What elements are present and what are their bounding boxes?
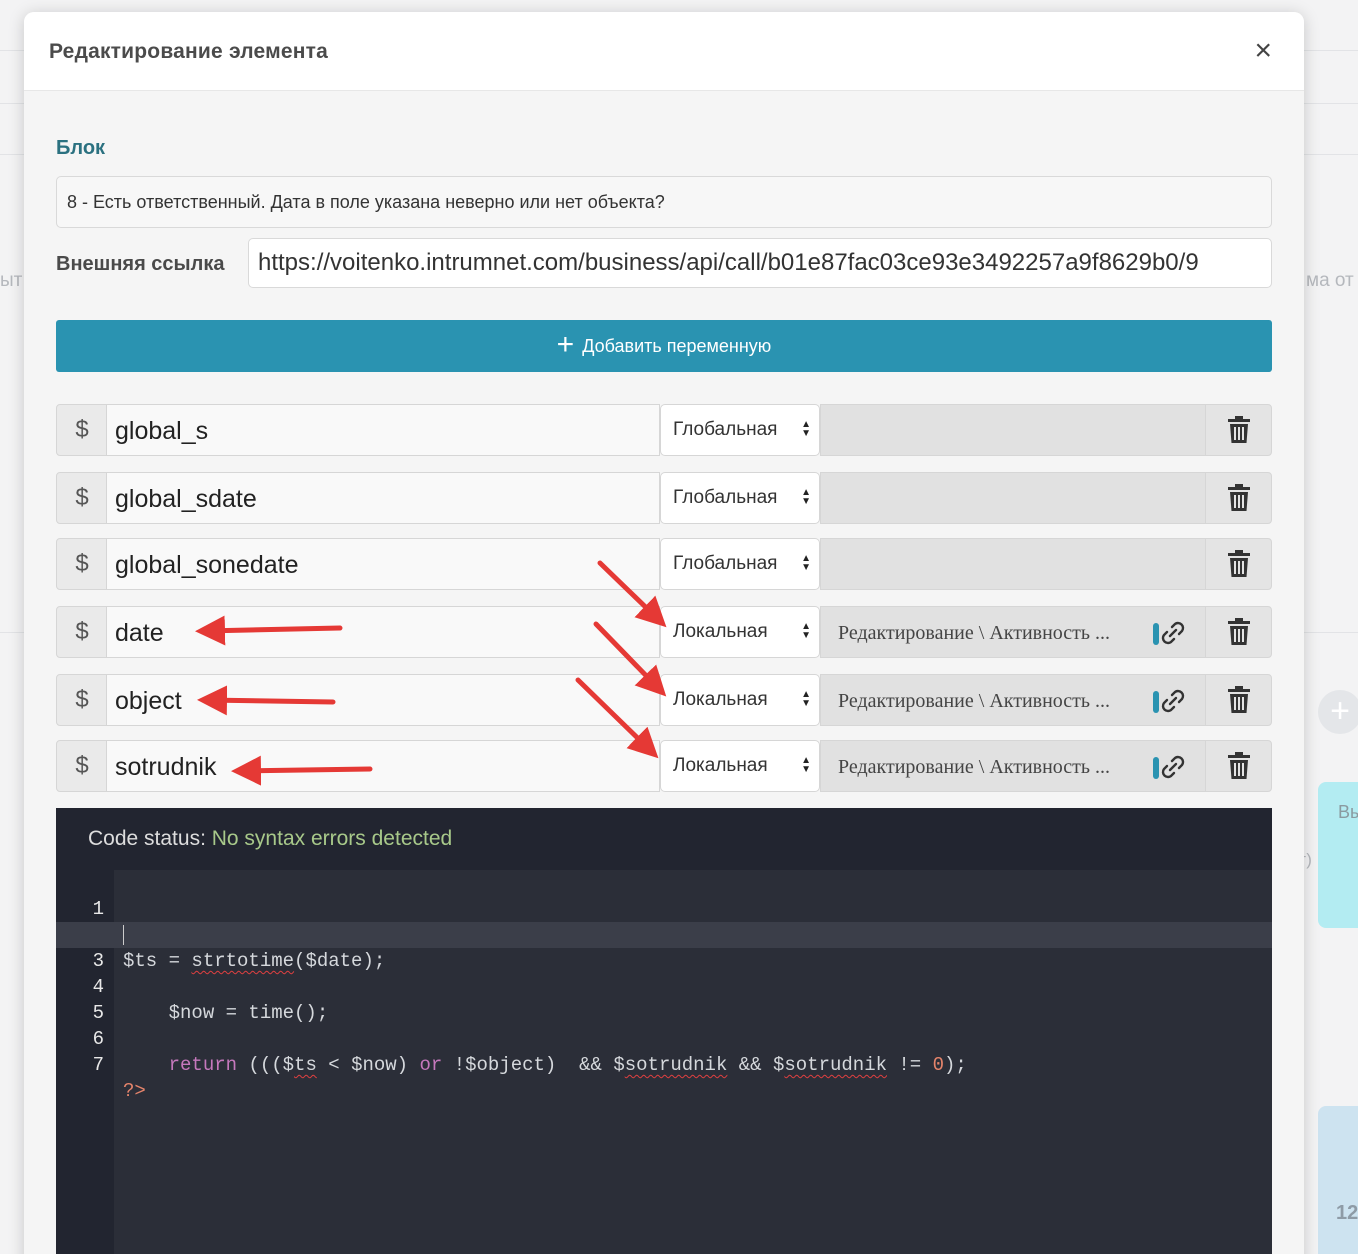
background-text-left: ыт [0, 270, 23, 291]
code-text: ?> [123, 1080, 146, 1102]
trash-icon [1227, 618, 1250, 645]
scope-select-value: Глобальная [673, 487, 778, 508]
variable-row: $ object Локальная ▲ ▼ Редактирование \ Ак… [56, 674, 1272, 726]
add-variable-label: Добавить переменную [582, 335, 772, 356]
trash-icon [1227, 686, 1250, 713]
delete-variable-button[interactable] [1205, 740, 1272, 792]
select-arrows-icon: ▲ ▼ [801, 755, 811, 775]
dollar-prefix: $ [56, 674, 108, 726]
select-arrows-icon: ▲ ▼ [801, 487, 811, 507]
variable-row: $ sotrudnik Локальная ▲ ▼ Редактирование \… [56, 740, 1272, 792]
close-icon[interactable]: × [1254, 36, 1272, 66]
code-line: 4 $now = time(); [56, 948, 1272, 1024]
trash-icon [1227, 752, 1250, 779]
scope-select[interactable]: Глобальная ▲ ▼ [660, 404, 820, 456]
link-icon[interactable] [1159, 753, 1187, 781]
delete-variable-button[interactable] [1205, 404, 1272, 456]
variable-row: $ global_s Глобальная ▲ ▼ [56, 404, 1272, 456]
code-status-value: No syntax errors detected [211, 827, 453, 850]
scope-select[interactable]: Локальная ▲ ▼ [660, 674, 820, 726]
block-field[interactable]: 8 - Есть ответственный. Дата в поле указ… [56, 176, 1272, 228]
modal-header: Редактирование элемента × [24, 12, 1304, 91]
variable-row: $ date Локальная ▲ ▼ Редактирование \ Акти… [56, 606, 1272, 658]
variable-value-field [820, 538, 1206, 590]
background-add-icon: + [1318, 690, 1358, 734]
dollar-prefix: $ [56, 472, 108, 524]
scope-select-value: Локальная [673, 755, 768, 776]
variable-name-input[interactable]: object [106, 674, 660, 726]
link-icon[interactable] [1159, 619, 1187, 647]
scope-select[interactable]: Глобальная ▲ ▼ [660, 538, 820, 590]
variable-name-input[interactable]: date [106, 606, 660, 658]
plus-icon: + [556, 328, 575, 361]
select-arrows-icon: ▲ ▼ [801, 621, 811, 641]
variable-row: $ global_sonedate Глобальная ▲ ▼ [56, 538, 1272, 590]
trash-icon [1227, 416, 1250, 443]
variable-value-text: Редактирование \ Активность ... [838, 690, 1111, 712]
variable-value-field[interactable]: Редактирование \ Активность ... [820, 740, 1206, 792]
active-code-line: 3 [56, 922, 1272, 972]
background-card-text: Вы [1338, 802, 1358, 822]
variable-name-input[interactable]: global_sonedate [106, 538, 660, 590]
code-line: 7 ?> [56, 1026, 1272, 1102]
code-line: 2 $ts = strtotime($date); [56, 896, 1272, 972]
scope-select[interactable]: Глобальная ▲ ▼ [660, 472, 820, 524]
scope-select-value: Глобальная [673, 419, 778, 440]
scope-select-value: Глобальная [673, 553, 778, 574]
code-editor[interactable]: Code status: No syntax errors detected 1… [56, 808, 1272, 1254]
dollar-prefix: $ [56, 740, 108, 792]
trash-icon [1227, 550, 1250, 577]
dollar-prefix: $ [56, 404, 108, 456]
delete-variable-button[interactable] [1205, 472, 1272, 524]
link-icon[interactable] [1159, 687, 1187, 715]
dollar-prefix: $ [56, 538, 108, 590]
line-number: 7 [92, 1054, 104, 1076]
delete-variable-button[interactable] [1205, 538, 1272, 590]
code-line: 5 [56, 974, 1272, 1024]
delete-variable-button[interactable] [1205, 674, 1272, 726]
scope-select[interactable]: Локальная ▲ ▼ [660, 740, 820, 792]
external-link-label: Внешняя ссылка [56, 253, 225, 275]
background-card: 12 [1318, 1106, 1358, 1254]
scope-select-value: Локальная [673, 621, 768, 642]
variable-name-input[interactable]: global_sdate [106, 472, 660, 524]
background-card: Вы [1318, 782, 1358, 928]
variable-value-field[interactable]: Редактирование \ Активность ... [820, 606, 1206, 658]
external-link-field[interactable]: https://voitenko.intrumnet.com/business/… [248, 238, 1272, 288]
scope-select-value: Локальная [673, 689, 768, 710]
trash-icon [1227, 484, 1250, 511]
text-cursor [123, 925, 124, 945]
code-line: 1 <?php [56, 870, 1272, 946]
code-text: return ((($ts < $now) or !$object) && $s… [168, 1054, 967, 1076]
edit-element-modal: Редактирование элемента × Блок 8 - Есть … [24, 12, 1304, 1254]
variable-value-field [820, 404, 1206, 456]
code-status-label: Code status: [88, 827, 206, 850]
select-arrows-icon: ▲ ▼ [801, 419, 811, 439]
variable-value-field[interactable]: Редактирование \ Активность ... [820, 674, 1206, 726]
variable-name-input[interactable]: global_s [106, 404, 660, 456]
variable-value-field [820, 472, 1206, 524]
scope-select[interactable]: Локальная ▲ ▼ [660, 606, 820, 658]
variable-row: $ global_sdate Глобальная ▲ ▼ [56, 472, 1272, 524]
block-label: Блок [56, 137, 106, 159]
delete-variable-button[interactable] [1205, 606, 1272, 658]
select-arrows-icon: ▲ ▼ [801, 553, 811, 573]
variable-name-input[interactable]: sotrudnik [106, 740, 660, 792]
variable-value-text: Редактирование \ Активность ... [838, 756, 1111, 778]
variable-value-text: Редактирование \ Активность ... [838, 622, 1111, 644]
background-text-right: ма от [1306, 270, 1354, 291]
background-number: 12 [1336, 1202, 1358, 1224]
modal-title: Редактирование элемента [49, 40, 328, 63]
select-arrows-icon: ▲ ▼ [801, 689, 811, 709]
add-variable-button[interactable]: + Добавить переменную [56, 320, 1272, 372]
dollar-prefix: $ [56, 606, 108, 658]
code-line: 6 return ((($ts < $now) or !$object) && … [56, 1000, 1272, 1076]
code-status-bar: Code status: No syntax errors detected [56, 808, 1272, 870]
